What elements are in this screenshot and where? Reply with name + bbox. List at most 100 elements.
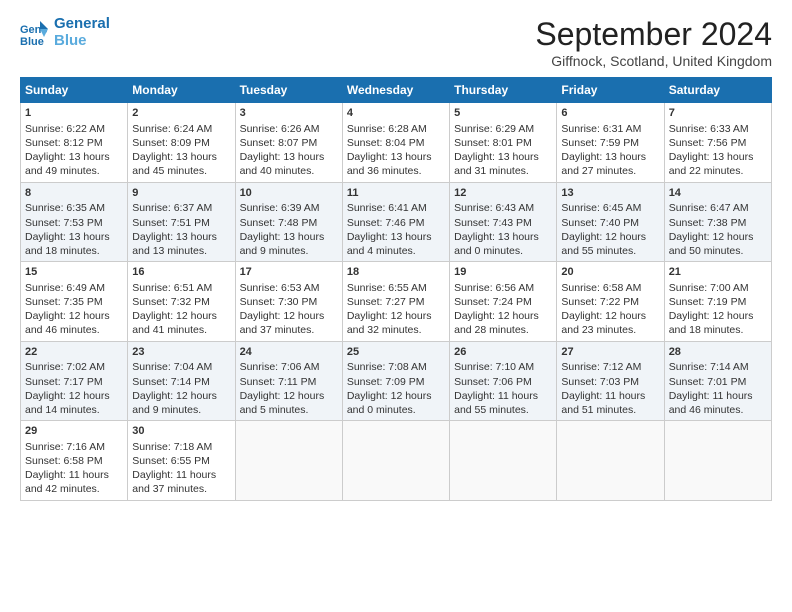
day-info-line: and 31 minutes. — [454, 164, 552, 178]
day-number: 14 — [669, 186, 767, 201]
calendar-cell: 22Sunrise: 7:02 AMSunset: 7:17 PMDayligh… — [21, 341, 128, 421]
day-info-line: Sunset: 8:12 PM — [25, 136, 123, 150]
day-info-line: Sunset: 7:06 PM — [454, 375, 552, 389]
day-info-line: and 5 minutes. — [240, 403, 338, 417]
calendar-cell: 28Sunrise: 7:14 AMSunset: 7:01 PMDayligh… — [664, 341, 771, 421]
day-number: 25 — [347, 345, 445, 360]
day-number: 21 — [669, 265, 767, 280]
logo: General Blue General Blue — [20, 16, 110, 49]
day-info-line: and 49 minutes. — [25, 164, 123, 178]
day-info-line: Daylight: 12 hours — [25, 309, 123, 323]
day-info-line: Sunrise: 6:33 AM — [669, 122, 767, 136]
title-block: September 2024 Giffnock, Scotland, Unite… — [535, 16, 772, 69]
day-number: 8 — [25, 186, 123, 201]
day-info-line: Sunrise: 6:28 AM — [347, 122, 445, 136]
day-number: 3 — [240, 106, 338, 121]
day-info-line: and 36 minutes. — [347, 164, 445, 178]
day-info-line: Sunrise: 6:49 AM — [25, 281, 123, 295]
day-info-line: and 50 minutes. — [669, 244, 767, 258]
logo-wordmark: General Blue — [54, 16, 110, 49]
day-number: 23 — [132, 345, 230, 360]
day-number: 10 — [240, 186, 338, 201]
calendar-table: SundayMondayTuesdayWednesdayThursdayFrid… — [20, 77, 772, 501]
calendar-cell — [235, 421, 342, 501]
day-info-line: Sunrise: 6:31 AM — [561, 122, 659, 136]
day-number: 1 — [25, 106, 123, 121]
day-info-line: Daylight: 13 hours — [347, 230, 445, 244]
day-info-line: and 42 minutes. — [25, 482, 123, 496]
day-number: 15 — [25, 265, 123, 280]
day-info-line: Daylight: 12 hours — [561, 309, 659, 323]
calendar-cell: 2Sunrise: 6:24 AMSunset: 8:09 PMDaylight… — [128, 103, 235, 183]
day-info-line: and 40 minutes. — [240, 164, 338, 178]
day-info-line: Sunrise: 6:55 AM — [347, 281, 445, 295]
calendar-cell: 5Sunrise: 6:29 AMSunset: 8:01 PMDaylight… — [450, 103, 557, 183]
day-info-line: Sunrise: 6:35 AM — [25, 201, 123, 215]
day-info-line: Sunset: 7:56 PM — [669, 136, 767, 150]
day-info-line: Sunset: 7:01 PM — [669, 375, 767, 389]
day-info-line: Sunset: 8:07 PM — [240, 136, 338, 150]
calendar-cell: 1Sunrise: 6:22 AMSunset: 8:12 PMDaylight… — [21, 103, 128, 183]
day-info-line: and 23 minutes. — [561, 323, 659, 337]
day-info-line: and 51 minutes. — [561, 403, 659, 417]
day-info-line: Sunrise: 7:12 AM — [561, 360, 659, 374]
day-info-line: Daylight: 13 hours — [454, 150, 552, 164]
day-number: 9 — [132, 186, 230, 201]
day-number: 6 — [561, 106, 659, 121]
day-info-line: Daylight: 12 hours — [240, 389, 338, 403]
calendar-cell: 12Sunrise: 6:43 AMSunset: 7:43 PMDayligh… — [450, 182, 557, 262]
day-info-line: Daylight: 13 hours — [132, 150, 230, 164]
day-info-line: and 28 minutes. — [454, 323, 552, 337]
day-info-line: Daylight: 13 hours — [669, 150, 767, 164]
day-number: 27 — [561, 345, 659, 360]
day-info-line: and 46 minutes. — [669, 403, 767, 417]
day-number: 26 — [454, 345, 552, 360]
day-info-line: Daylight: 13 hours — [347, 150, 445, 164]
col-header-tuesday: Tuesday — [235, 78, 342, 103]
day-info-line: Sunset: 7:53 PM — [25, 216, 123, 230]
day-info-line: Sunset: 6:55 PM — [132, 454, 230, 468]
day-info-line: Sunset: 7:40 PM — [561, 216, 659, 230]
col-header-saturday: Saturday — [664, 78, 771, 103]
day-info-line: Sunset: 7:30 PM — [240, 295, 338, 309]
day-info-line: Sunset: 7:48 PM — [240, 216, 338, 230]
day-number: 28 — [669, 345, 767, 360]
day-number: 5 — [454, 106, 552, 121]
week-row-3: 15Sunrise: 6:49 AMSunset: 7:35 PMDayligh… — [21, 262, 772, 342]
calendar-cell: 24Sunrise: 7:06 AMSunset: 7:11 PMDayligh… — [235, 341, 342, 421]
day-info-line: Daylight: 12 hours — [669, 230, 767, 244]
day-info-line: Sunset: 8:01 PM — [454, 136, 552, 150]
day-info-line: Daylight: 12 hours — [132, 309, 230, 323]
day-info-line: Daylight: 11 hours — [25, 468, 123, 482]
day-info-line: Sunrise: 6:29 AM — [454, 122, 552, 136]
day-info-line: and 4 minutes. — [347, 244, 445, 258]
calendar-cell: 23Sunrise: 7:04 AMSunset: 7:14 PMDayligh… — [128, 341, 235, 421]
day-info-line: and 37 minutes. — [240, 323, 338, 337]
month-title: September 2024 — [535, 16, 772, 53]
day-info-line: Daylight: 12 hours — [561, 230, 659, 244]
day-number: 4 — [347, 106, 445, 121]
day-info-line: Sunset: 8:09 PM — [132, 136, 230, 150]
day-info-line: Sunset: 7:17 PM — [25, 375, 123, 389]
day-info-line: and 32 minutes. — [347, 323, 445, 337]
week-row-1: 1Sunrise: 6:22 AMSunset: 8:12 PMDaylight… — [21, 103, 772, 183]
day-info-line: Daylight: 13 hours — [240, 230, 338, 244]
day-info-line: Sunrise: 6:26 AM — [240, 122, 338, 136]
day-number: 11 — [347, 186, 445, 201]
day-info-line: Sunrise: 6:58 AM — [561, 281, 659, 295]
day-info-line: and 9 minutes. — [132, 403, 230, 417]
day-info-line: Daylight: 13 hours — [561, 150, 659, 164]
day-number: 24 — [240, 345, 338, 360]
day-info-line: and 0 minutes. — [454, 244, 552, 258]
day-info-line: Sunrise: 7:02 AM — [25, 360, 123, 374]
day-info-line: Sunrise: 7:10 AM — [454, 360, 552, 374]
day-info-line: Sunrise: 6:37 AM — [132, 201, 230, 215]
calendar-cell: 20Sunrise: 6:58 AMSunset: 7:22 PMDayligh… — [557, 262, 664, 342]
day-info-line: Daylight: 11 hours — [561, 389, 659, 403]
day-info-line: Sunset: 7:11 PM — [240, 375, 338, 389]
day-info-line: and 18 minutes. — [25, 244, 123, 258]
calendar-cell: 6Sunrise: 6:31 AMSunset: 7:59 PMDaylight… — [557, 103, 664, 183]
day-info-line: and 46 minutes. — [25, 323, 123, 337]
day-info-line: Daylight: 11 hours — [669, 389, 767, 403]
day-number: 2 — [132, 106, 230, 121]
